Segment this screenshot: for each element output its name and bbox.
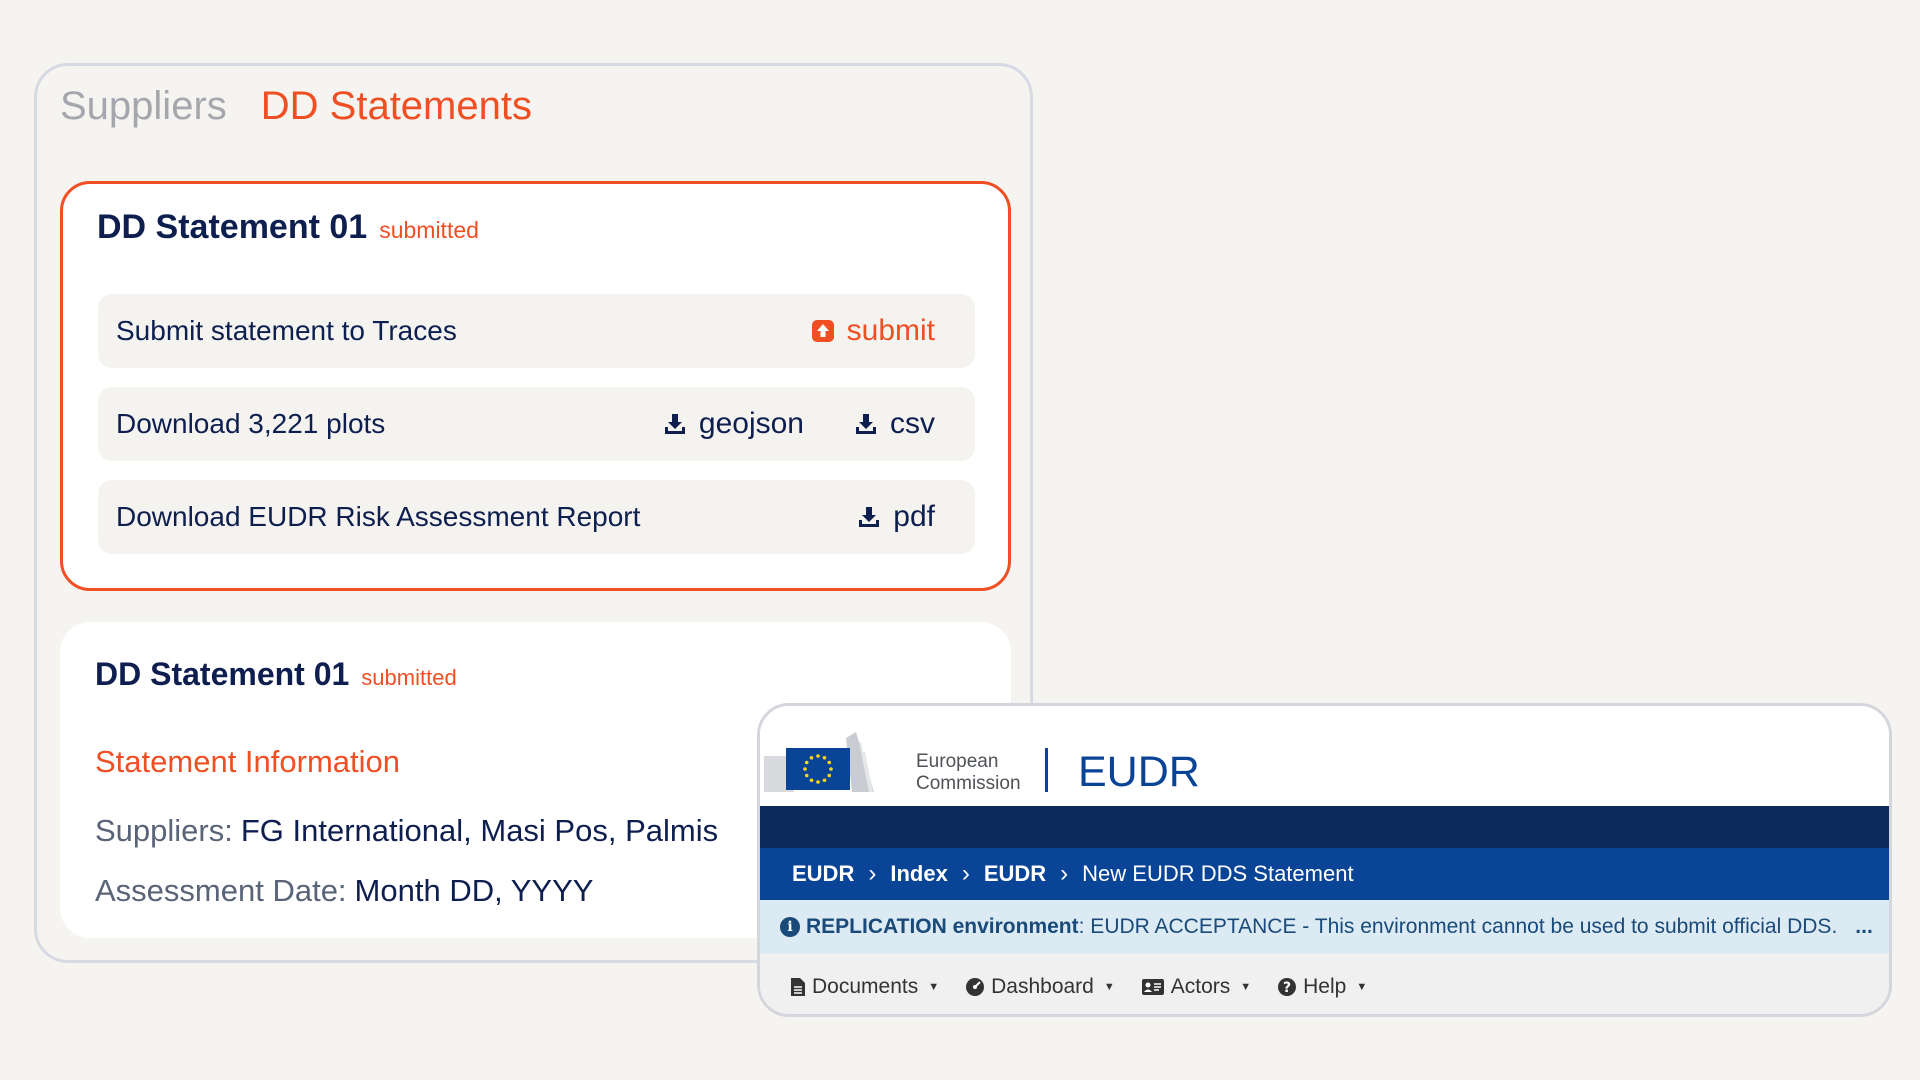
caret-down-icon: ▼ xyxy=(1240,981,1252,993)
id-card-icon xyxy=(1141,979,1164,995)
status-badge: submitted xyxy=(379,217,479,243)
submit-row: Submit statement to Traces submit xyxy=(98,294,975,368)
tab-dd-statements[interactable]: DD Statements xyxy=(261,84,532,129)
download-icon xyxy=(859,507,880,527)
menu-help[interactable]: ? Help ▼ xyxy=(1277,975,1367,999)
ec-logo-line2: Commission xyxy=(916,773,1021,794)
pdf-label: pdf xyxy=(893,500,935,533)
breadcrumb-eudr-2[interactable]: EUDR xyxy=(984,861,1046,887)
ec-header: European Commission EUDR xyxy=(760,706,1889,806)
logo-divider xyxy=(1045,748,1048,792)
menu-dashboard[interactable]: Dashboard ▼ xyxy=(965,975,1115,999)
eu-flag-icon xyxy=(786,748,850,790)
submit-button[interactable]: submit xyxy=(811,314,935,348)
upload-icon xyxy=(811,320,834,342)
menu-help-label: Help xyxy=(1303,975,1347,998)
pdf-download-button[interactable]: pdf xyxy=(857,500,935,534)
statement-card-title: DD Statement 01 submitted xyxy=(95,656,457,693)
caret-down-icon: ▼ xyxy=(1103,981,1115,993)
statement-information-heading: Statement Information xyxy=(95,744,400,779)
plots-row: Download 3,221 plots geojson csv xyxy=(98,387,975,461)
plots-row-label: Download 3,221 plots xyxy=(116,408,386,439)
menu-actors-label: Actors xyxy=(1170,975,1231,998)
menu-documents[interactable]: Documents ▼ xyxy=(790,975,939,999)
environment-notice: i REPLICATION environment: EUDR ACCEPTAN… xyxy=(760,900,1889,954)
caret-down-icon: ▼ xyxy=(928,981,940,993)
status-badge: submitted xyxy=(361,665,457,690)
assessment-date-label: Assessment Date: xyxy=(95,873,347,908)
breadcrumb-eudr[interactable]: EUDR xyxy=(792,861,854,887)
dashboard-icon xyxy=(966,978,985,996)
chevron-right-icon: › xyxy=(868,860,877,887)
assessment-date-value: Month DD, YYYY xyxy=(354,873,594,908)
document-icon xyxy=(791,978,805,996)
submit-label: submit xyxy=(846,314,935,347)
menu-actors[interactable]: Actors ▼ xyxy=(1141,975,1251,999)
csv-label: csv xyxy=(890,407,935,440)
geojson-download-button[interactable]: geojson xyxy=(663,407,804,441)
ec-logo-line1: European xyxy=(916,751,999,772)
download-icon xyxy=(856,414,876,434)
report-row: Download EUDR Risk Assessment Report pdf xyxy=(98,480,975,554)
download-icon xyxy=(664,414,685,434)
help-icon: ? xyxy=(1278,978,1297,996)
app-title: EUDR xyxy=(1078,748,1200,796)
header-bar xyxy=(760,806,1889,848)
info-icon: i xyxy=(780,917,800,937)
breadcrumb-index[interactable]: Index xyxy=(890,861,947,887)
main-menu: Documents ▼ Dashboard ▼ Actors ▼ ? Help … xyxy=(760,954,1889,1014)
statement-title: DD Statement 01 xyxy=(97,208,368,246)
report-row-label: Download EUDR Risk Assessment Report xyxy=(116,501,641,532)
menu-documents-label: Documents xyxy=(812,975,919,998)
breadcrumb: EUDR › Index › EUDR › New EUDR DDS State… xyxy=(760,848,1889,900)
svg-text:?: ? xyxy=(1283,980,1291,996)
submit-row-label: Submit statement to Traces xyxy=(116,315,457,346)
tab-suppliers[interactable]: Suppliers xyxy=(60,84,227,129)
suppliers-line: Suppliers: FG International, Masi Pos, Pa… xyxy=(95,813,718,849)
suppliers-label: Suppliers: xyxy=(95,813,233,848)
statement-title: DD Statement 01 xyxy=(95,656,350,692)
chevron-right-icon: › xyxy=(961,860,970,887)
eudr-window: European Commission EUDR EUDR › Index › … xyxy=(757,703,1892,1017)
chevron-right-icon: › xyxy=(1060,860,1069,887)
geojson-label: geojson xyxy=(698,407,804,440)
csv-download-button[interactable]: csv xyxy=(854,407,935,441)
statement-card-title: DD Statement 01 submitted xyxy=(97,208,479,247)
tab-bar: Suppliers DD Statements xyxy=(60,84,532,129)
notice-more-link[interactable]: ... xyxy=(1855,915,1873,939)
suppliers-value: FG International, Masi Pos, Palmis xyxy=(240,813,719,848)
notice-strong: REPLICATION environment xyxy=(806,915,1079,938)
notice-text: : EUDR ACCEPTANCE - This environment can… xyxy=(1078,915,1838,938)
breadcrumb-current: New EUDR DDS Statement xyxy=(1082,861,1354,886)
caret-down-icon: ▼ xyxy=(1356,981,1368,993)
menu-dashboard-label: Dashboard xyxy=(991,975,1094,998)
assessment-date-line: Assessment Date: Month DD, YYYY xyxy=(95,873,593,909)
ec-logo-text: European Commission xyxy=(916,751,1021,795)
